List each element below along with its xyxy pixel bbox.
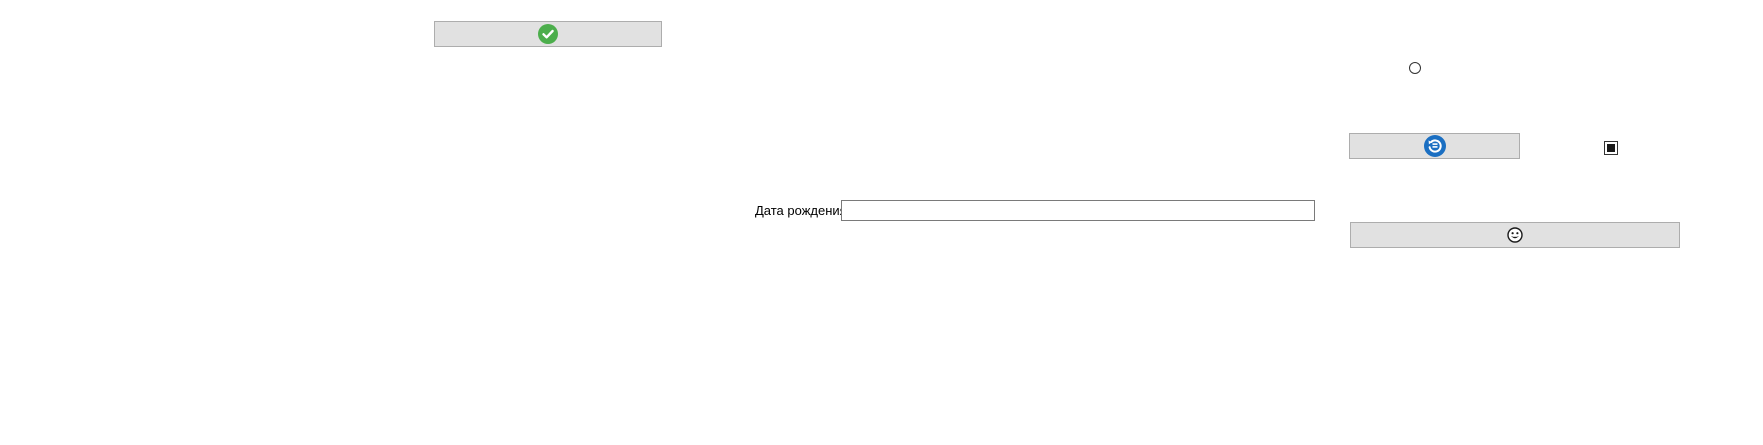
confirm-button[interactable]	[434, 21, 662, 47]
birth-date-input[interactable]	[841, 200, 1315, 221]
checkbox-indeterminate-mark	[1607, 144, 1615, 152]
radio-button[interactable]	[1409, 62, 1421, 74]
checkbox[interactable]	[1604, 141, 1618, 155]
check-circle-icon	[538, 24, 558, 44]
smiley-button[interactable]	[1350, 222, 1680, 248]
refresh-button[interactable]	[1349, 133, 1520, 159]
smiley-face-icon	[1507, 227, 1523, 243]
refresh-icon	[1423, 135, 1446, 157]
birth-date-label: Дата рождения	[755, 203, 847, 218]
form-window: Дата рождения	[0, 0, 1763, 445]
